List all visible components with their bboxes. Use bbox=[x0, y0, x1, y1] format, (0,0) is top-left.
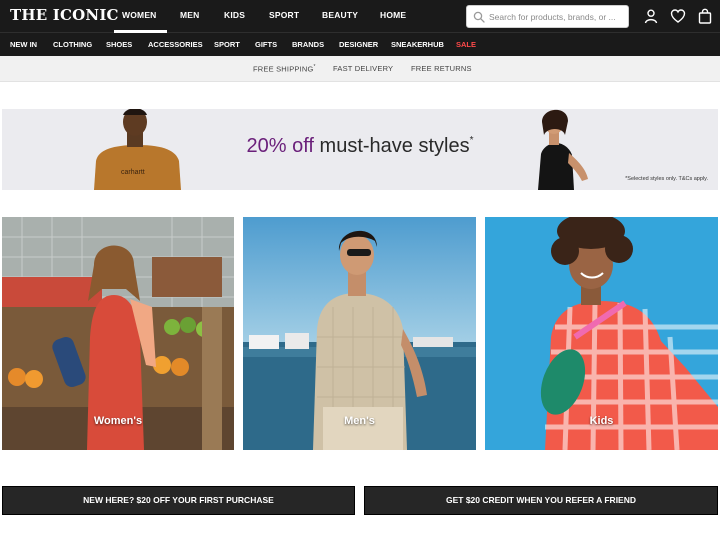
category-sale[interactable]: SALE bbox=[456, 40, 476, 49]
category-shoes[interactable]: SHOES bbox=[106, 40, 132, 49]
search-icon bbox=[473, 11, 485, 23]
top-navigation: THE ICONIC WOMEN MEN KIDS SPORT BEAUTY H… bbox=[0, 0, 720, 33]
category-accessories[interactable]: ACCESSORIES bbox=[148, 40, 203, 49]
dept-sport[interactable]: SPORT bbox=[269, 10, 299, 20]
category-gifts[interactable]: GIFTS bbox=[255, 40, 277, 49]
category-navigation: NEW IN CLOTHING SHOES ACCESSORIES SPORT … bbox=[0, 33, 720, 56]
promo-free-returns[interactable]: FREE RETURNS bbox=[411, 64, 472, 73]
cta-first-purchase[interactable]: NEW HERE? $20 OFF YOUR FIRST PURCHASE bbox=[2, 486, 355, 515]
dept-men[interactable]: MEN bbox=[180, 10, 200, 20]
search-input[interactable] bbox=[489, 9, 625, 25]
dept-home[interactable]: HOME bbox=[380, 10, 406, 20]
dept-women[interactable]: WOMEN bbox=[122, 10, 157, 20]
promo-free-shipping[interactable]: FREE SHIPPING* bbox=[253, 64, 316, 74]
promo-fast-delivery[interactable]: FAST DELIVERY bbox=[333, 64, 393, 73]
tile-womens-label: Women's bbox=[93, 415, 143, 427]
category-new-in[interactable]: NEW IN bbox=[10, 40, 37, 49]
category-brands[interactable]: BRANDS bbox=[292, 40, 324, 49]
cta-refer-friend[interactable]: GET $20 CREDIT WHEN YOU REFER A FRIEND bbox=[364, 486, 718, 515]
dept-beauty[interactable]: BEAUTY bbox=[322, 10, 358, 20]
category-designer[interactable]: DESIGNER bbox=[339, 40, 378, 49]
tile-mens[interactable]: Men's bbox=[243, 217, 476, 450]
banner-shirt-logo-text: carhartt bbox=[121, 169, 145, 176]
category-clothing[interactable]: CLOTHING bbox=[53, 40, 92, 49]
category-sport[interactable]: SPORT bbox=[214, 40, 240, 49]
bag-icon[interactable] bbox=[697, 8, 713, 24]
tile-kids[interactable]: Kids bbox=[485, 217, 718, 450]
category-sneakerhub[interactable]: SNEAKERHUB bbox=[391, 40, 444, 49]
banner-terms-note: *Selected styles only. T&Cs apply. bbox=[625, 176, 708, 182]
wishlist-heart-icon[interactable] bbox=[670, 8, 686, 24]
account-icon[interactable] bbox=[643, 8, 659, 24]
tile-mens-label: Men's bbox=[344, 415, 375, 427]
brand-logo[interactable]: THE ICONIC bbox=[10, 6, 119, 24]
banner-headline: 20% off must-have styles* bbox=[246, 135, 474, 157]
dept-kids[interactable]: KIDS bbox=[224, 10, 245, 20]
service-promo-strip: FREE SHIPPING* FAST DELIVERY FREE RETURN… bbox=[0, 56, 720, 82]
search-box[interactable] bbox=[466, 5, 629, 28]
tile-womens[interactable]: Women's bbox=[2, 217, 234, 450]
tile-kids-label: Kids bbox=[589, 415, 614, 427]
promo-banner[interactable]: carhartt 20% off must-have styles* *Sele… bbox=[2, 109, 718, 190]
